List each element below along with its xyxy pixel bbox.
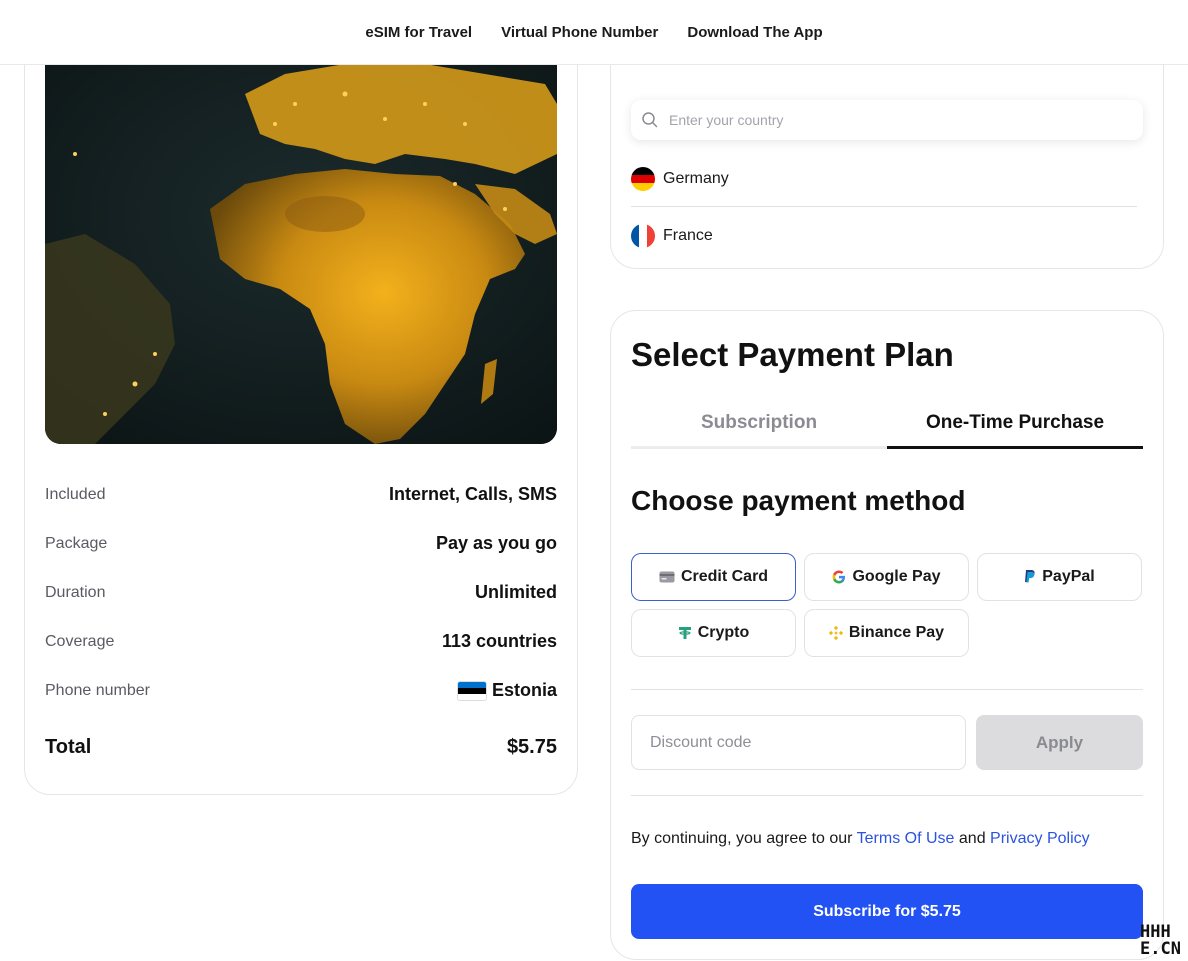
method-label: Binance Pay (848, 624, 945, 641)
detail-value: Pay as you go (435, 533, 557, 553)
paypal-icon (1025, 570, 1035, 583)
watermark-line: E.CN (1140, 939, 1181, 959)
paypal-button[interactable]: PayPal (977, 553, 1142, 601)
detail-value-with-flag: Estonia (457, 680, 557, 701)
binance-icon (828, 626, 843, 640)
detail-value: 113 countries (441, 631, 557, 651)
search-icon (642, 112, 658, 128)
country-search-input[interactable] (669, 112, 1109, 128)
plan-details: Included Internet, Calls, SMS Package Pa… (45, 470, 557, 715)
divider (631, 795, 1143, 796)
method-label: Credit Card (680, 568, 769, 585)
country-item-france[interactable]: France (631, 208, 1137, 264)
apply-button[interactable]: Apply (976, 715, 1143, 770)
terms-of-use-link[interactable]: Terms Of Use (857, 830, 955, 847)
country-item-germany[interactable]: Germany (631, 151, 1137, 207)
watermark-logo: HHH E.CN (1140, 924, 1188, 961)
payment-methods: Credit Card Google Pay PayPal Crypto Bin… (631, 553, 1143, 657)
nav-virtual-phone-number[interactable]: Virtual Phone Number (501, 24, 658, 41)
payment-plan-title: Select Payment Plan (631, 336, 954, 373)
country-name: France (663, 227, 713, 244)
detail-value: Internet, Calls, SMS (388, 484, 557, 504)
tether-icon (678, 627, 691, 639)
payment-plan-tabs: Subscription One-Time Purchase (631, 400, 1143, 449)
nav-download-app[interactable]: Download The App (687, 24, 822, 41)
credit-card-icon (659, 571, 675, 583)
tab-one-time-purchase[interactable]: One-Time Purchase (887, 400, 1143, 449)
privacy-policy-link[interactable]: Privacy Policy (990, 830, 1090, 847)
detail-value: Unlimited (474, 582, 557, 602)
payment-method-title: Choose payment method (631, 485, 966, 516)
country-search (631, 100, 1143, 140)
google-pay-button[interactable]: Google Pay (804, 553, 969, 601)
total-label: Total (45, 736, 92, 758)
discount-field (631, 715, 966, 770)
credit-card-button[interactable]: Credit Card (631, 553, 796, 601)
detail-label: Included (45, 485, 106, 503)
detail-row-phone-number: Phone number Estonia (45, 666, 557, 715)
discount-code-input[interactable] (650, 733, 940, 752)
crypto-button[interactable]: Crypto (631, 609, 796, 657)
france-flag-icon (631, 224, 655, 248)
detail-value: Estonia (491, 680, 557, 700)
binance-pay-button[interactable]: Binance Pay (804, 609, 969, 657)
estonia-flag-icon (457, 681, 486, 700)
method-label: Crypto (697, 624, 750, 641)
globe-image (45, 64, 557, 444)
terms-joiner: and (958, 830, 986, 847)
method-label: PayPal (1042, 568, 1095, 585)
detail-row-duration: Duration Unlimited (45, 568, 557, 617)
detail-row-package: Package Pay as you go (45, 519, 557, 568)
terms-prefix: By continuing, you agree to our (631, 830, 853, 847)
detail-label: Coverage (45, 632, 115, 650)
top-nav: eSIM for Travel Virtual Phone Number Dow… (0, 0, 1188, 65)
total-value: $5.75 (506, 736, 557, 758)
nav-esim-for-travel[interactable]: eSIM for Travel (365, 24, 472, 41)
country-name: Germany (663, 169, 729, 187)
divider (631, 689, 1143, 690)
google-icon (833, 570, 846, 584)
detail-row-included: Included Internet, Calls, SMS (45, 470, 557, 519)
tab-subscription[interactable]: Subscription (631, 400, 887, 449)
total-row: Total $5.75 (45, 736, 557, 759)
detail-label: Package (45, 534, 108, 552)
subscribe-button[interactable]: Subscribe for $5.75 (631, 884, 1143, 939)
detail-label: Phone number (45, 681, 150, 699)
method-label: Google Pay (852, 568, 941, 585)
terms-text: By continuing, you agree to our Terms Of… (631, 830, 1090, 848)
detail-label: Duration (45, 583, 106, 601)
detail-row-coverage: Coverage 113 countries (45, 617, 557, 666)
germany-flag-icon (631, 166, 655, 191)
